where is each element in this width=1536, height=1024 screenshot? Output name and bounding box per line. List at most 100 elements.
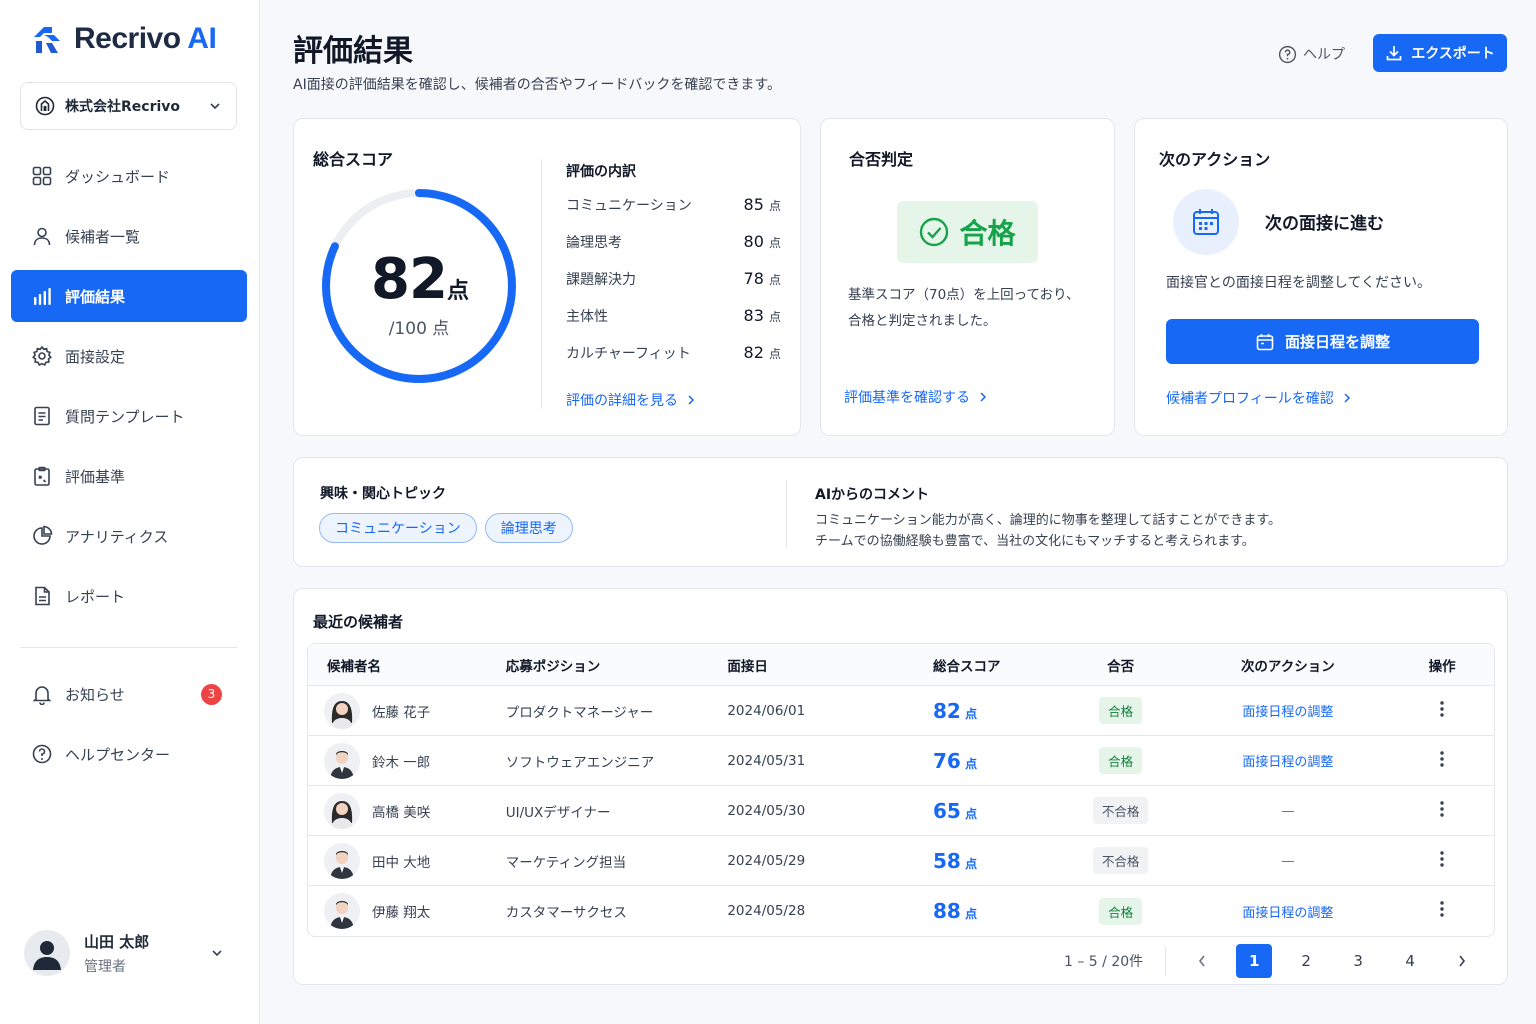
breakdown-value: 82	[743, 343, 764, 362]
prev-page-button[interactable]	[1184, 944, 1220, 978]
row-menu-button[interactable]	[1390, 800, 1494, 822]
breakdown-label: 論理思考	[566, 235, 622, 251]
schedule-interview-button[interactable]: 面接日程を調整	[1166, 319, 1479, 364]
date-cell: 2024/06/01	[727, 702, 806, 719]
column-header[interactable]: 候補者名	[308, 655, 488, 675]
bar-chart-icon	[34, 288, 51, 305]
nav-label: アナリティクス	[65, 527, 169, 546]
nav-item-analytics[interactable]: アナリティクス	[11, 510, 247, 562]
next-page-button[interactable]	[1444, 944, 1480, 978]
page-button[interactable]: 1	[1236, 944, 1273, 978]
action-cell: 面接日程の調整	[1186, 751, 1391, 770]
action-cell: 面接日程の調整	[1186, 701, 1391, 720]
pie-chart-icon	[33, 525, 53, 545]
column-header[interactable]: 次のアクション	[1186, 655, 1391, 675]
result-cell: 合格	[1056, 897, 1186, 925]
column-header[interactable]: 合否	[1056, 655, 1186, 675]
nav-item-dashboard[interactable]: ダッシュボード	[11, 150, 247, 202]
ai-comment-title: AIからのコメント	[815, 487, 930, 503]
export-button[interactable]: エクスポート	[1373, 34, 1507, 72]
logo[interactable]: Recrivo AI	[30, 22, 217, 56]
position-cell: プロダクトマネージャー	[505, 704, 654, 721]
candidate-name[interactable]: 田中 大地	[372, 851, 430, 871]
gear-icon	[32, 345, 52, 366]
result-cell: 合格	[1056, 747, 1186, 774]
divider	[541, 159, 542, 409]
table-row[interactable]: 田中 大地 マーケティング担当 2024/05/29 58 点 不合格 —	[308, 836, 1494, 886]
nav-item-candidates[interactable]: 候補者一覧	[11, 210, 247, 262]
candidate-name[interactable]: 佐藤 花子	[372, 701, 430, 721]
score-number: 82	[371, 247, 448, 312]
page-subtitle: AI面接の評価結果を確認し、候補者の合否やフィードバックを確認できます。	[293, 77, 782, 93]
breakdown-unit: 点	[768, 310, 781, 324]
user-menu[interactable]: 山田 太郎 管理者	[24, 930, 224, 976]
nav-item-reports[interactable]: レポート	[11, 570, 247, 622]
help-icon	[32, 744, 52, 764]
nav-item-interview-settings[interactable]: 面接設定	[11, 330, 247, 382]
topic-chip[interactable]: コミュニケーション	[319, 513, 477, 543]
building-icon	[35, 96, 55, 116]
clipboard-icon	[34, 466, 50, 486]
candidate-name[interactable]: 鈴木 一郎	[372, 751, 430, 771]
score-unit: 点	[965, 806, 978, 821]
page-button[interactable]: 2	[1288, 944, 1324, 978]
topic-chip[interactable]: 論理思考	[484, 513, 573, 543]
row-menu-button[interactable]	[1390, 700, 1494, 722]
breakdown-row: カルチャーフィット 82 点	[566, 343, 781, 380]
table-row[interactable]: 鈴木 一郎 ソフトウェアエンジニア 2024/05/31 76 点 合格 面接日程の調整	[308, 736, 1494, 786]
chevron-down-icon	[210, 103, 220, 110]
next-action-link[interactable]: 面接日程の調整	[1242, 755, 1333, 770]
score-detail-link[interactable]: 評価の詳細を見る	[566, 390, 781, 410]
score-unit: 点	[446, 279, 469, 304]
next-action-link[interactable]: 面接日程の調整	[1242, 906, 1333, 921]
help-button[interactable]: ヘルプ	[1278, 44, 1345, 64]
nav-item-criteria[interactable]: 評価基準	[11, 450, 247, 502]
candidate-cell: 田中 大地	[308, 842, 488, 879]
breakdown-label: 課題解決力	[566, 272, 636, 288]
criteria-link[interactable]: 評価基準を確認する	[844, 387, 988, 407]
candidate-profile-link[interactable]: 候補者プロフィールを確認	[1166, 388, 1352, 408]
nav-item-notifications[interactable]: お知らせ 3	[11, 668, 247, 720]
table-row[interactable]: 高橋 美咲 UI/UXデザイナー 2024/05/30 65 点 不合格 —	[308, 786, 1494, 836]
page-button[interactable]: 3	[1340, 944, 1376, 978]
date-cell: 2024/05/31	[727, 752, 806, 769]
column-header[interactable]: 総合スコア	[911, 655, 1056, 675]
breakdown-row: 論理思考 80 点	[566, 232, 781, 269]
breakdown-value: 85	[743, 195, 764, 214]
divider	[786, 480, 787, 548]
nav-item-help-center[interactable]: ヘルプセンター	[11, 728, 247, 780]
candidate-name[interactable]: 伊藤 翔太	[372, 901, 430, 921]
next-action-heading: 次の面接に進む	[1265, 214, 1384, 234]
result-badge: 不合格	[1092, 847, 1149, 874]
page-button[interactable]: 4	[1392, 944, 1428, 978]
score-value: 88	[933, 899, 961, 923]
link-label: 候補者プロフィールを確認	[1166, 391, 1334, 407]
candidate-avatar	[324, 692, 360, 729]
table-row[interactable]: 佐藤 花子 プロダクトマネージャー 2024/06/01 82 点 合格 面接日程の調整	[308, 686, 1494, 736]
column-header[interactable]: 応募ポジション	[488, 655, 710, 675]
pass-badge: 合格	[897, 201, 1038, 263]
row-menu-button[interactable]	[1390, 850, 1494, 872]
main-nav: ダッシュボード 候補者一覧 評価結果 面接設定 質問テンプレート 評価基準 アナ…	[11, 150, 247, 630]
nav-item-question-templates[interactable]: 質問テンプレート	[11, 390, 247, 442]
row-menu-button[interactable]	[1390, 750, 1494, 772]
breakdown-label: 主体性	[566, 309, 608, 325]
company-switcher[interactable]: 株式会社Recrivo	[20, 82, 237, 130]
position-cell: カスタマーサクセス	[505, 905, 627, 921]
more-vertical-icon	[1440, 750, 1444, 767]
action-cell: 面接日程の調整	[1186, 902, 1391, 921]
ai-comment-line: コミュニケーション能力が高く、論理的に物事を整理して話すことができます。	[815, 513, 1282, 528]
topic-chips: コミュニケーション 論理思考	[319, 513, 581, 543]
column-header[interactable]: 面接日	[709, 655, 911, 675]
nav-item-results[interactable]: 評価結果	[11, 270, 247, 322]
row-menu-button[interactable]	[1390, 900, 1494, 922]
table-row[interactable]: 伊藤 翔太 カスタマーサクセス 2024/05/28 88 点 合格 面接日程の調整	[308, 886, 1494, 936]
breakdown-unit: 点	[768, 273, 781, 287]
export-label: エクスポート	[1411, 46, 1495, 62]
score-cell: 58 点	[911, 849, 1056, 873]
next-action-link[interactable]: 面接日程の調整	[1242, 705, 1333, 720]
user-avatar-icon	[33, 941, 61, 970]
candidate-name[interactable]: 高橋 美咲	[372, 801, 430, 821]
chevron-right-icon	[688, 395, 695, 405]
breakdown-row: コミュニケーション 85 点	[566, 195, 781, 232]
